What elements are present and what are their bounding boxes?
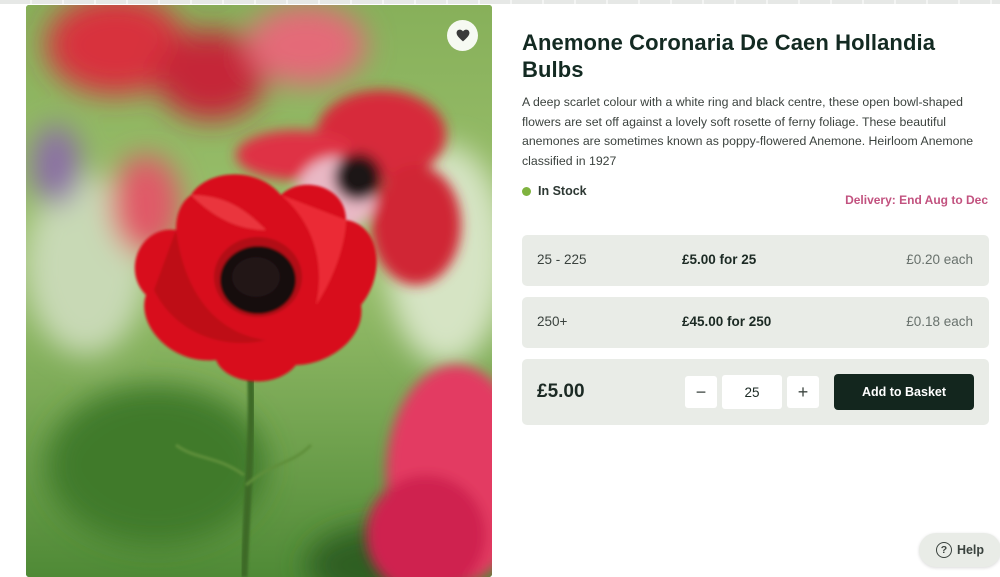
- price-tier-offer: £45.00 for 250: [682, 314, 772, 329]
- price-tier-2[interactable]: 250+ £45.00 for 250 £0.18 each: [522, 297, 989, 348]
- add-to-basket-panel: £5.00 − + Add to Basket: [522, 359, 989, 425]
- price-tier-quantity: 25 - 225: [537, 252, 587, 267]
- decrease-quantity-button[interactable]: −: [685, 376, 717, 408]
- price-tier-quantity: 250+: [537, 314, 568, 329]
- product-title: Anemone Coronaria De Caen Hollandia Bulb…: [522, 30, 936, 82]
- add-to-basket-button[interactable]: Add to Basket: [834, 374, 974, 410]
- price-tier-offer: £5.00 for 25: [682, 252, 757, 267]
- quantity-input[interactable]: [722, 375, 782, 409]
- increase-quantity-button[interactable]: +: [787, 376, 819, 408]
- in-stock-dot-icon: [522, 186, 531, 196]
- favourite-button[interactable]: [447, 20, 478, 51]
- price-tier-unit-price: £0.18 each: [906, 314, 973, 329]
- red-anemone-photo: [26, 5, 492, 577]
- delivery-window: Delivery: End Aug to Dec: [845, 193, 988, 207]
- stock-status-label: In Stock: [538, 184, 587, 198]
- heart-icon: [456, 29, 469, 42]
- product-image: [26, 5, 492, 577]
- help-button[interactable]: ? Help: [919, 533, 1000, 567]
- total-price: £5.00: [537, 381, 585, 402]
- top-divider: [0, 0, 1000, 4]
- help-label: Help: [956, 543, 985, 557]
- product-description: A deep scarlet colour with a white ring …: [522, 95, 974, 168]
- price-tier-1[interactable]: 25 - 225 £5.00 for 25 £0.20 each: [522, 235, 989, 286]
- price-tier-unit-price: £0.20 each: [906, 252, 973, 267]
- help-icon: ?: [935, 542, 952, 558]
- stock-status: In Stock: [522, 184, 587, 198]
